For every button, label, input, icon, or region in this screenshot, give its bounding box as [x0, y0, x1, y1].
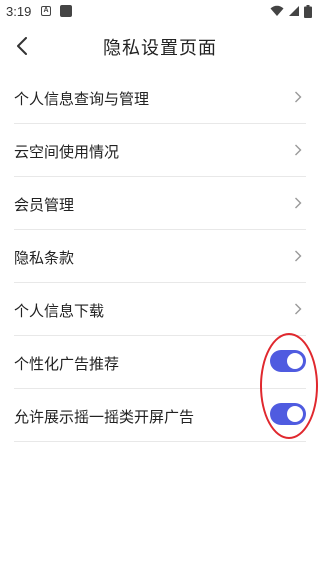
settings-row-cloud-space[interactable]: 云空间使用情况	[14, 124, 306, 177]
settings-list: 个人信息查询与管理 云空间使用情况 会员管理 隐私条款 个人信息下载 个性化广告…	[14, 71, 306, 442]
row-label: 云空间使用情况	[14, 143, 120, 161]
battery-icon	[304, 4, 312, 18]
status-time: 3:19	[6, 4, 32, 19]
settings-row-personalized-ads: 个性化广告推荐	[14, 336, 306, 389]
chevron-right-icon	[295, 91, 302, 103]
signal-icon	[289, 6, 299, 16]
chevron-right-icon	[295, 144, 302, 156]
settings-row-shake-ads: 允许展示摇一摇类开屏广告	[14, 389, 306, 442]
a-notification-icon: A	[41, 6, 51, 16]
row-label: 允许展示摇一摇类开屏广告	[14, 408, 195, 426]
row-label: 个人信息下载	[14, 302, 105, 320]
settings-row-privacy-terms[interactable]: 隐私条款	[14, 230, 306, 283]
square-notification-icon	[60, 5, 72, 17]
toggle-knob	[287, 406, 303, 422]
page-title: 隐私设置页面	[103, 38, 217, 59]
chevron-right-icon	[295, 197, 302, 209]
row-label: 个性化广告推荐	[14, 355, 120, 373]
nav-bar: 隐私设置页面	[0, 24, 320, 68]
settings-row-personal-info[interactable]: 个人信息查询与管理	[14, 71, 306, 124]
personalized-ads-toggle[interactable]	[270, 350, 306, 372]
row-label: 会员管理	[14, 196, 75, 214]
chevron-right-icon	[295, 250, 302, 262]
status-icons	[270, 4, 312, 18]
settings-row-info-download[interactable]: 个人信息下载	[14, 283, 306, 336]
chevron-right-icon	[295, 303, 302, 315]
row-label: 隐私条款	[14, 249, 75, 267]
settings-row-membership[interactable]: 会员管理	[14, 177, 306, 230]
row-label: 个人信息查询与管理	[14, 90, 150, 108]
shake-ads-toggle[interactable]	[270, 403, 306, 425]
toggle-knob	[287, 353, 303, 369]
status-bar: 3:19 A	[0, 0, 320, 24]
wifi-icon	[270, 5, 284, 16]
